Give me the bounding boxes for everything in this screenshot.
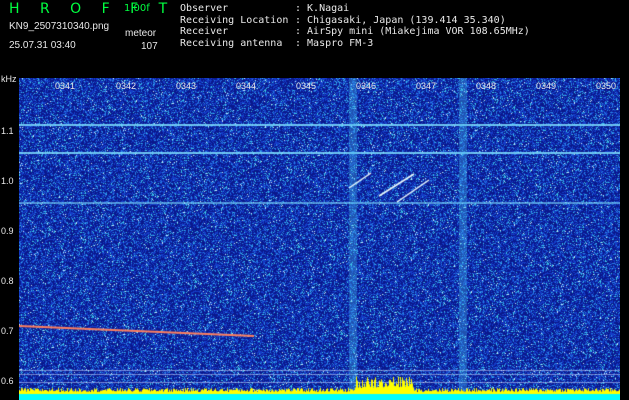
y-tick-label: 0.7 (1, 326, 14, 336)
y-tick-label: 0.9 (1, 226, 14, 236)
y-tick-label: 0.6 (1, 376, 14, 386)
observation-datetime: 25.07.31 03:40 (9, 40, 76, 51)
time-tick-label: 0347 (416, 81, 437, 91)
y-tick-label: 1.0 (1, 176, 14, 186)
meteor-count: 107 (141, 41, 158, 52)
info-receiver: Receiver: AirSpy mini (Miakejima VOR 108… (180, 26, 530, 37)
spectrogram-panel: kHz 1.1 1.0 0.9 0.8 0.7 0.6 0341 0342 0343 0344 0… (0, 72, 629, 400)
time-tick-label: 0348 (476, 81, 497, 91)
info-antenna: Receiving antenna: Maspro FM-3 (180, 37, 374, 49)
meteor-label: meteor (125, 28, 157, 39)
y-tick-label: 1.1 (1, 126, 14, 136)
app-logo: H R O F F T (9, 1, 176, 17)
time-tick-label: 0346 (356, 81, 377, 91)
info-observer: Observer: K.Nagai (180, 3, 350, 14)
time-tick-label: 0341 (55, 81, 76, 91)
time-tick-label: 0342 (116, 81, 137, 91)
time-tick-label: 0350 (596, 81, 617, 91)
time-tick-label: 0343 (176, 81, 197, 91)
time-tick-label: 0344 (236, 81, 257, 91)
time-tick-label: 0345 (296, 81, 317, 91)
station-info: Observer: K.Nagai Receiving Location: Ch… (180, 3, 530, 49)
y-unit-label: kHz (1, 74, 17, 84)
y-tick-label: 0.8 (1, 276, 14, 286)
info-location: Receiving Location: Chigasaki, Japan (13… (180, 14, 506, 26)
header-panel: H R O F F T 1.00f KN9_2507310340.png 25.… (0, 0, 629, 72)
file-name: KN9_2507310340.png (9, 21, 110, 32)
time-tick-label: 0349 (536, 81, 557, 91)
version-label: 1.00f (124, 3, 150, 14)
spectrogram-canvas (19, 78, 620, 400)
